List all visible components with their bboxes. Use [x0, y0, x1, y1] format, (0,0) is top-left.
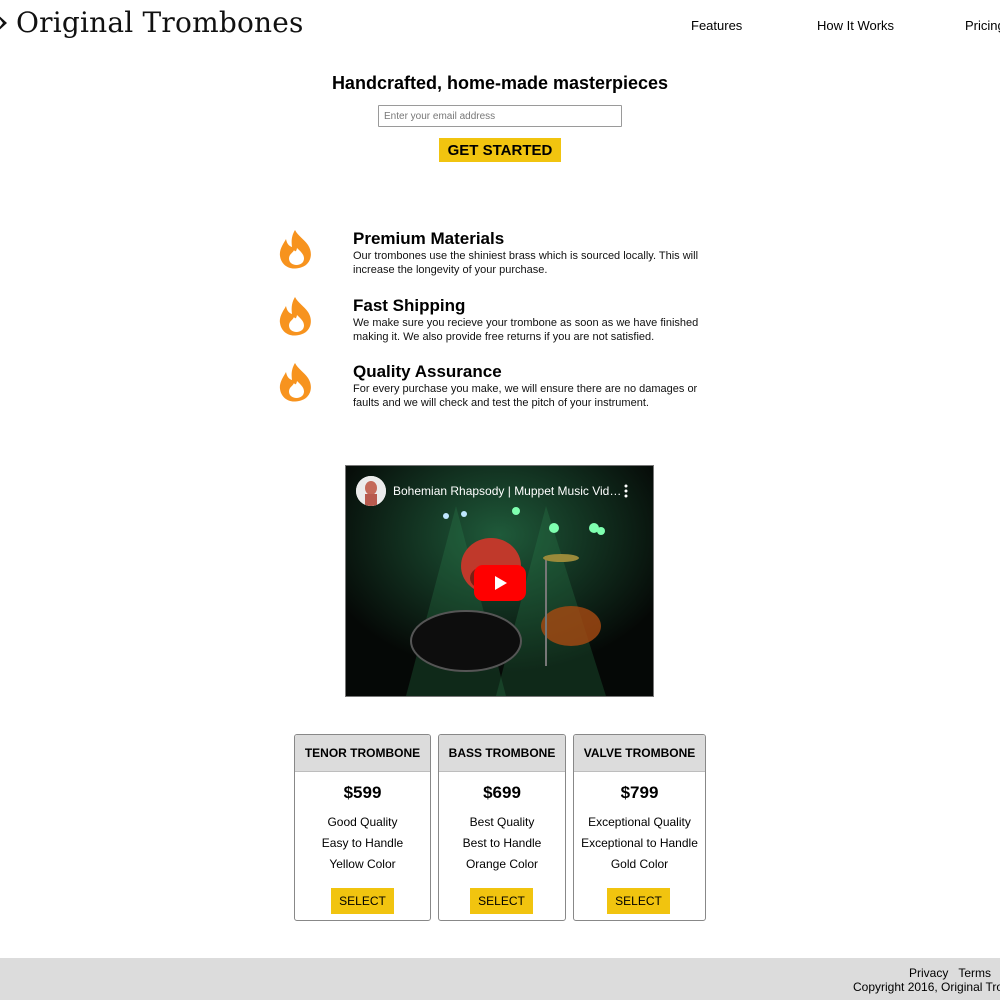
nav-link-features[interactable]: Features	[691, 18, 742, 33]
plan-name: BASS TROMBONE	[439, 735, 565, 772]
plan-feature: Easy to Handle	[321, 836, 404, 850]
plan-price: $599	[343, 783, 382, 802]
plan-name: VALVE TROMBONE	[574, 735, 705, 772]
plan-price: $699	[483, 783, 521, 802]
plan-feature: Exceptional to Handle	[581, 836, 698, 850]
feature-title: Premium Materials	[353, 229, 505, 248]
plan-name: TENOR TROMBONE	[295, 735, 430, 772]
feature-fast-shipping: Fast Shipping We make sure you recieve y…	[276, 296, 736, 352]
plan-feature: Best Quality	[469, 815, 535, 829]
pricing-card-valve: VALVE TROMBONE $799 Exceptional Quality …	[573, 734, 706, 921]
feature-quality-assurance: Quality Assurance For every purchase you…	[276, 362, 736, 418]
site-logo[interactable]: Original Trombones	[0, 6, 304, 39]
play-icon[interactable]	[474, 565, 526, 601]
hero-title: Handcrafted, home-made masterpieces	[331, 73, 669, 93]
trombone-logo-icon	[0, 16, 7, 29]
plan-features: Best Quality Best to Handle Orange Color	[439, 812, 565, 875]
plan-features: Exceptional Quality Exceptional to Handl…	[574, 812, 705, 875]
footer-link-privacy[interactable]: Privacy	[909, 966, 948, 980]
footer-link-terms[interactable]: Terms	[958, 966, 991, 980]
channel-avatar[interactable]	[356, 476, 386, 506]
fire-icon	[279, 230, 311, 269]
more-options-icon[interactable]	[622, 483, 630, 499]
plan-features: Good Quality Easy to Handle Yellow Color	[295, 812, 430, 875]
logo-text: Original Trombones	[16, 6, 304, 39]
site-footer: Privacy Terms Copyright 2016, Original Tr…	[0, 958, 1000, 1000]
copyright-text: Copyright 2016, Original Trombones	[853, 980, 1000, 994]
feature-premium-materials: Premium Materials Our trombones use the …	[276, 229, 736, 285]
select-valve-button[interactable]: SELECT	[607, 888, 670, 914]
feature-text: For every purchase you make, we will ens…	[353, 383, 698, 409]
feature-title: Quality Assurance	[353, 362, 502, 381]
select-tenor-button[interactable]: SELECT	[331, 888, 394, 914]
video-embed[interactable]: Bohemian Rhapsody | Muppet Music Video |…	[345, 465, 654, 697]
site-header: Original Trombones Features How It Works…	[0, 0, 1000, 50]
plan-feature: Good Quality	[327, 815, 398, 829]
plan-feature: Orange Color	[465, 857, 539, 871]
get-started-button[interactable]: GET STARTED	[439, 138, 561, 162]
feature-title: Fast Shipping	[353, 296, 466, 315]
pricing-card-tenor: TENOR TROMBONE $599 Good Quality Easy to…	[294, 734, 431, 921]
plan-price: $799	[620, 783, 659, 802]
video-title[interactable]: Bohemian Rhapsody | Muppet Music Video |…	[393, 484, 623, 498]
select-bass-button[interactable]: SELECT	[470, 888, 533, 914]
nav-link-pricing[interactable]: Pricing	[965, 18, 1000, 33]
plan-feature: Best to Handle	[462, 836, 542, 850]
plan-feature: Yellow Color	[329, 857, 396, 871]
footer-links: Privacy Terms	[909, 966, 1000, 980]
plan-feature: Gold Color	[610, 857, 669, 871]
feature-text: We make sure you recieve your trombone a…	[353, 317, 699, 343]
fire-icon	[279, 297, 311, 336]
avatar-image	[356, 476, 386, 506]
pricing-card-bass: BASS TROMBONE $699 Best Quality Best to …	[438, 734, 566, 921]
plan-feature: Exceptional Quality	[588, 815, 691, 829]
feature-text: Our trombones use the shiniest brass whi…	[353, 250, 699, 276]
fire-icon	[279, 363, 311, 402]
email-input[interactable]	[378, 105, 622, 127]
nav-link-how-it-works[interactable]: How It Works	[817, 18, 894, 33]
